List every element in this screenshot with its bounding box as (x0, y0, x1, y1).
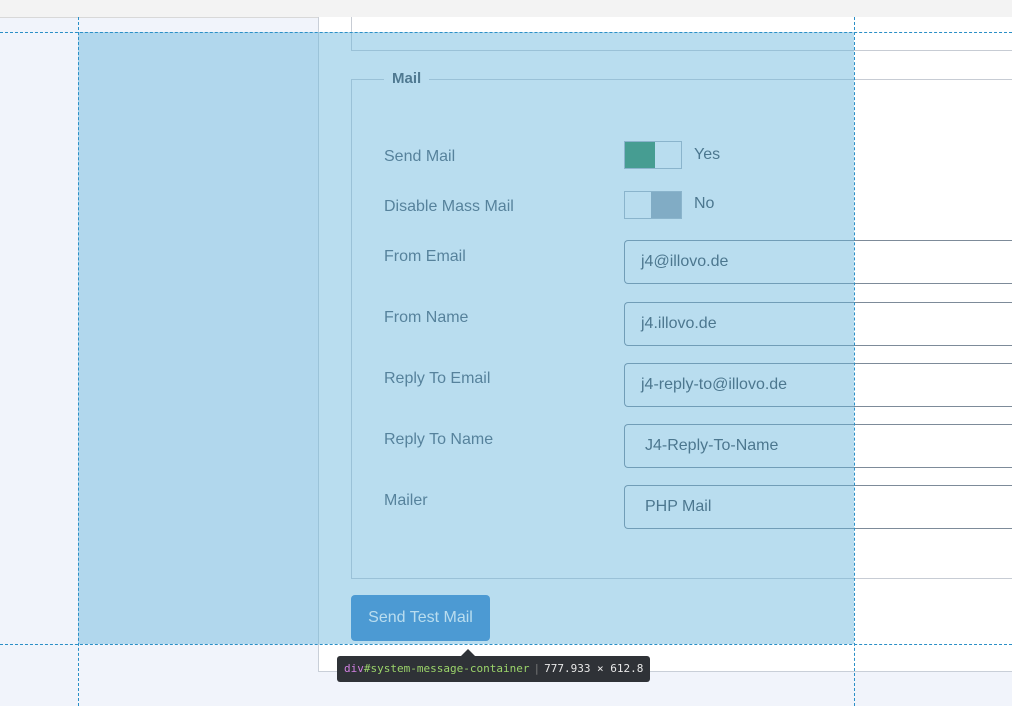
disable-mass-mail-label: Disable Mass Mail (384, 198, 514, 215)
switch-knob (625, 142, 655, 168)
tooltip-dimensions: 777.933 × 612.8 (544, 662, 644, 675)
send-mail-switch[interactable] (624, 141, 682, 169)
send-test-mail-button[interactable]: Send Test Mail (351, 595, 490, 641)
tooltip-tag: div (344, 662, 364, 675)
send-mail-state: Yes (694, 146, 721, 163)
send-mail-label: Send Mail (384, 148, 456, 165)
guide-line-bottom (0, 644, 1012, 645)
tooltip-selector: #system-message-container (363, 662, 530, 675)
tooltip-separator: | (533, 662, 541, 675)
guide-line-left (78, 17, 79, 706)
reply-to-email-label: Reply To Email (384, 370, 491, 387)
mailer-select[interactable]: PHP Mail (624, 485, 1012, 529)
inspector-tooltip: div#system-message-container | 777.933 × 6… (337, 656, 651, 682)
reply-to-email-field[interactable]: j4-reply-to@illovo.de (624, 363, 1012, 407)
from-email-label: From Email (384, 248, 466, 265)
mailer-label: Mailer (384, 492, 428, 509)
previous-fieldset (351, 17, 1012, 51)
mail-legend: Mail (384, 70, 430, 87)
disable-mass-mail-state: No (694, 195, 715, 212)
disable-mass-mail-switch[interactable] (624, 191, 682, 219)
from-name-label: From Name (384, 309, 469, 326)
from-email-field[interactable]: j4@illovo.de (624, 240, 1012, 284)
guide-line-right (854, 17, 855, 706)
reply-to-name-label: Reply To Name (384, 431, 494, 448)
switch-knob (651, 192, 681, 218)
from-name-field[interactable]: j4.illovo.de (624, 302, 1012, 346)
guide-line-top (0, 32, 1012, 33)
tooltip-arrow (461, 649, 475, 656)
browser-top-bar (0, 0, 1012, 18)
reply-to-name-field[interactable]: J4-Reply-To-Name (624, 424, 1012, 468)
